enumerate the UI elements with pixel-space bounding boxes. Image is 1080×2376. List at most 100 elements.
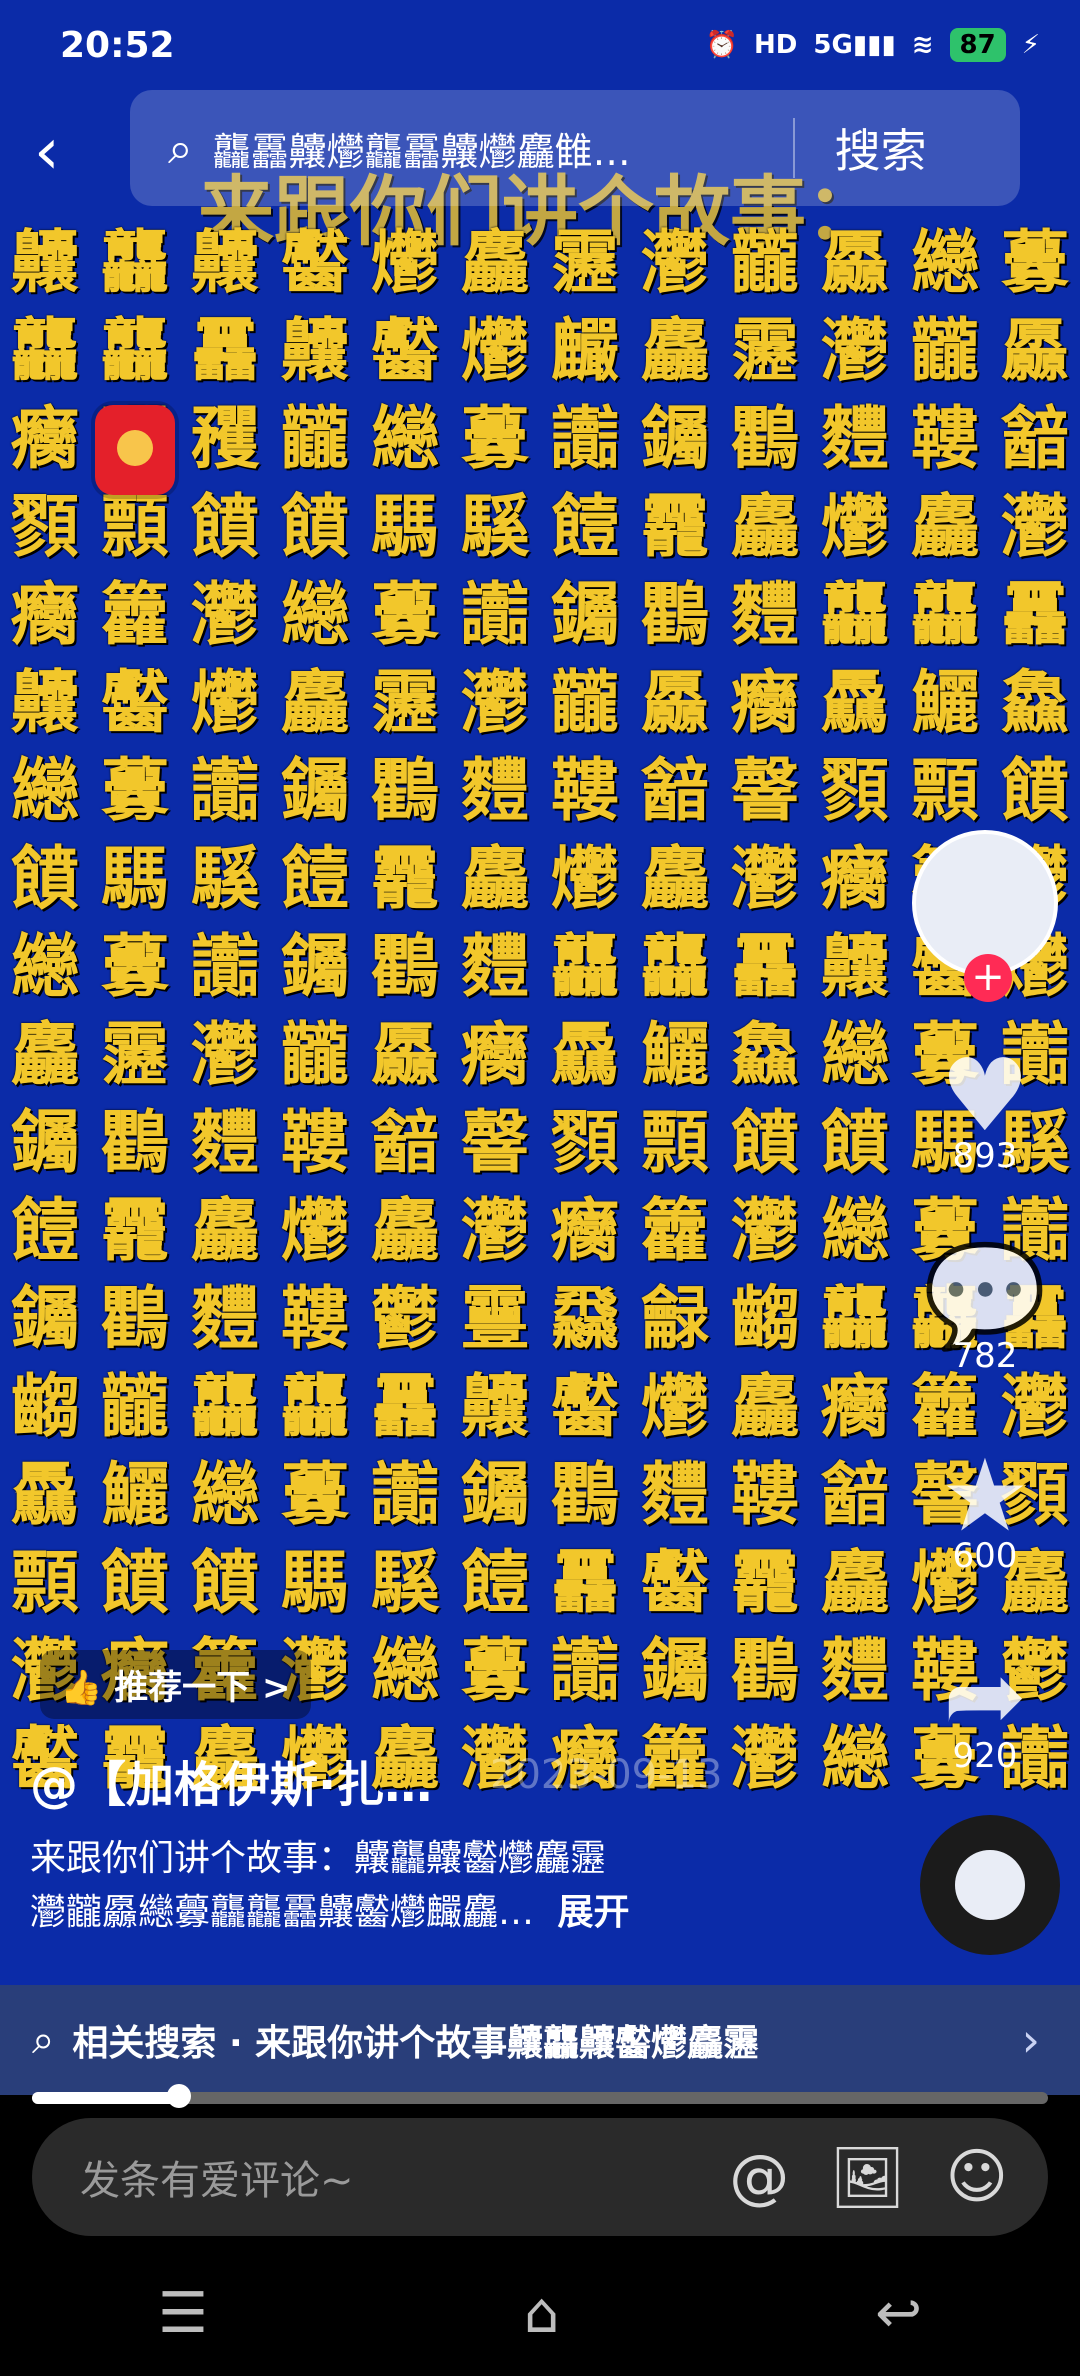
share-action[interactable]: ➦ 920 [910, 1646, 1060, 1777]
glyph-char: 鸜 [640, 576, 709, 655]
back-icon[interactable]: ‹ [34, 120, 94, 184]
author-name[interactable]: @【加格伊斯·扎… [30, 1745, 432, 1815]
glyph-char: 鱺 [910, 664, 979, 743]
glyph-char: 靋 [730, 312, 799, 391]
glyph-char: 麤 [460, 840, 529, 919]
glyph-char: 麷 [730, 576, 799, 655]
glyph-char: 饙 [280, 488, 349, 567]
search-button[interactable]: 搜索 [835, 115, 927, 181]
glyph-char: 靊 [460, 1280, 529, 1359]
search-field[interactable]: ⌕ 龘靐齉爩龘靐齉爩麤雔… 搜索 [130, 90, 1020, 206]
glyph-char: 齉 [190, 224, 259, 303]
glyph-char: 纞 [370, 1632, 439, 1711]
share-icon[interactable]: ➦ [910, 1646, 1060, 1746]
music-disc-icon[interactable] [920, 1815, 1060, 1955]
menu-icon[interactable]: ☰ [158, 2281, 208, 2346]
glyph-char: 靐 [550, 1544, 619, 1623]
glyph-char: 鸜 [100, 1280, 169, 1359]
wifi-icon: ≋ [911, 30, 934, 60]
glyph-char: 麷 [460, 928, 529, 1007]
glyph-char: 麤 [10, 1016, 79, 1095]
glyph-char: 麤 [190, 1192, 259, 1271]
comment-icon[interactable]: 💬 [910, 1246, 1060, 1346]
glyph-char: 癵 [820, 840, 889, 919]
red-envelope-icon[interactable] [95, 405, 175, 495]
glyph-char: 麷 [820, 1632, 889, 1711]
glyph-char: 龘 [280, 1368, 349, 1447]
glyph-char: 钃 [640, 400, 709, 479]
glyph-char: 爩 [370, 224, 439, 303]
battery-level: 87 [959, 30, 996, 60]
glyph-char: 騳 [280, 1544, 349, 1623]
glyph-char: 鱻 [1000, 664, 1069, 743]
glyph-char: 饙 [190, 488, 259, 567]
back-nav-icon[interactable]: ↩ [875, 2281, 922, 2346]
status-bar: 20:52 ⏰ HD 5G▮▮▮ ≋ 87 ⚡ [0, 0, 1080, 90]
glyph-char: 齾 [550, 1368, 619, 1447]
recommend-badge[interactable]: 👍 推荐一下 > [40, 1650, 311, 1719]
glyph-char: 麤 [640, 840, 709, 919]
comment-action[interactable]: 💬 782 [910, 1246, 1060, 1377]
glyph-char: 龗 [100, 1192, 169, 1271]
glyph-char: 鸜 [370, 928, 439, 1007]
glyph-char: 龖 [730, 224, 799, 303]
chevron-right-icon[interactable]: › [1022, 2013, 1040, 2067]
comment-placeholder[interactable]: 发条有爱评论~ [80, 2148, 729, 2206]
glyph-char: 饐 [280, 840, 349, 919]
glyph-char: 鞻 [280, 1280, 349, 1359]
glyph-char: 讟 [370, 1456, 439, 1535]
glyph-char: 齾 [640, 1544, 709, 1623]
glyph-char: 麤 [910, 488, 979, 567]
glyph-char: 靐 [1000, 576, 1069, 655]
image-icon[interactable]: 🖼 [829, 2142, 905, 2213]
glyph-char: 龖 [550, 664, 619, 743]
post-description: 来跟你们讲个故事：齉龘齉齾爩麤靋 灪龖厵纞虋龘龘靐齉齾爩麣麤… 展开 [30, 1832, 750, 1940]
glyph-char: 厵 [1000, 312, 1069, 391]
emoji-icon[interactable]: ☺ [945, 2142, 1008, 2212]
glyph-char: 麤 [820, 1544, 889, 1623]
glyph-char: 龘 [820, 576, 889, 655]
related-search-bar[interactable]: ⌕ 相关搜索 · 来跟你讲个故事齉龘齉齾爩麤靋 › [0, 1985, 1080, 2095]
glyph-char: 饙 [820, 1104, 889, 1183]
glyph-char: 麤 [280, 664, 349, 743]
follow-button[interactable]: + [964, 954, 1012, 1002]
glyph-char: 灪 [730, 840, 799, 919]
glyph-char: 龣 [640, 1280, 709, 1359]
glyph-char: 騱 [190, 840, 259, 919]
like-action[interactable]: ♥ 893 [910, 1046, 1060, 1177]
favorite-action[interactable]: ★ 600 [910, 1446, 1060, 1577]
glyph-char: 纞 [190, 1456, 259, 1535]
related-search-label: 相关搜索 · 来跟你讲个故事齉龘齉齾爩麤靋 [72, 2023, 760, 2064]
disc-avatar [955, 1850, 1025, 1920]
glyph-char: 讟 [460, 576, 529, 655]
video-progress[interactable] [32, 2084, 1048, 2108]
home-icon[interactable]: ⌂ [524, 2281, 560, 2346]
glyph-char: 龘 [10, 312, 79, 391]
glyph-char: 騳 [100, 840, 169, 919]
avatar[interactable]: + [912, 830, 1058, 1002]
glyph-char: 鸜 [730, 400, 799, 479]
glyph-char: 鸜 [370, 752, 439, 831]
heart-icon[interactable]: ♥ [910, 1046, 1060, 1146]
expand-link[interactable]: 展开 [557, 1892, 629, 1933]
progress-fill [32, 2092, 180, 2104]
thumb-icon: 👍 [60, 1668, 103, 1708]
glyph-char: 虋 [370, 576, 439, 655]
search-query[interactable]: 龘靐齉爩龘靐齉爩麤雔… [213, 121, 733, 176]
glyph-char: 虋 [280, 1456, 349, 1535]
glyph-char: 爩 [460, 312, 529, 391]
glyph-char: 顠 [100, 488, 169, 567]
glyph-char: 钃 [10, 1104, 79, 1183]
glyph-char: 讟 [190, 752, 259, 831]
glyph-char: 灪 [640, 224, 709, 303]
glyph-char: 鞻 [910, 400, 979, 479]
glyph-char: 纞 [10, 752, 79, 831]
glyph-char: 麤 [460, 224, 529, 303]
glyph-char: 龘 [100, 224, 169, 303]
at-icon[interactable]: @ [729, 2142, 789, 2212]
progress-knob[interactable] [167, 2084, 192, 2108]
comment-bar[interactable]: 发条有爱评论~ @ 🖼 ☺ [32, 2118, 1048, 2236]
glyph-char: 饐 [550, 488, 619, 567]
star-icon[interactable]: ★ [910, 1446, 1060, 1546]
glyph-char: 籱 [100, 576, 169, 655]
